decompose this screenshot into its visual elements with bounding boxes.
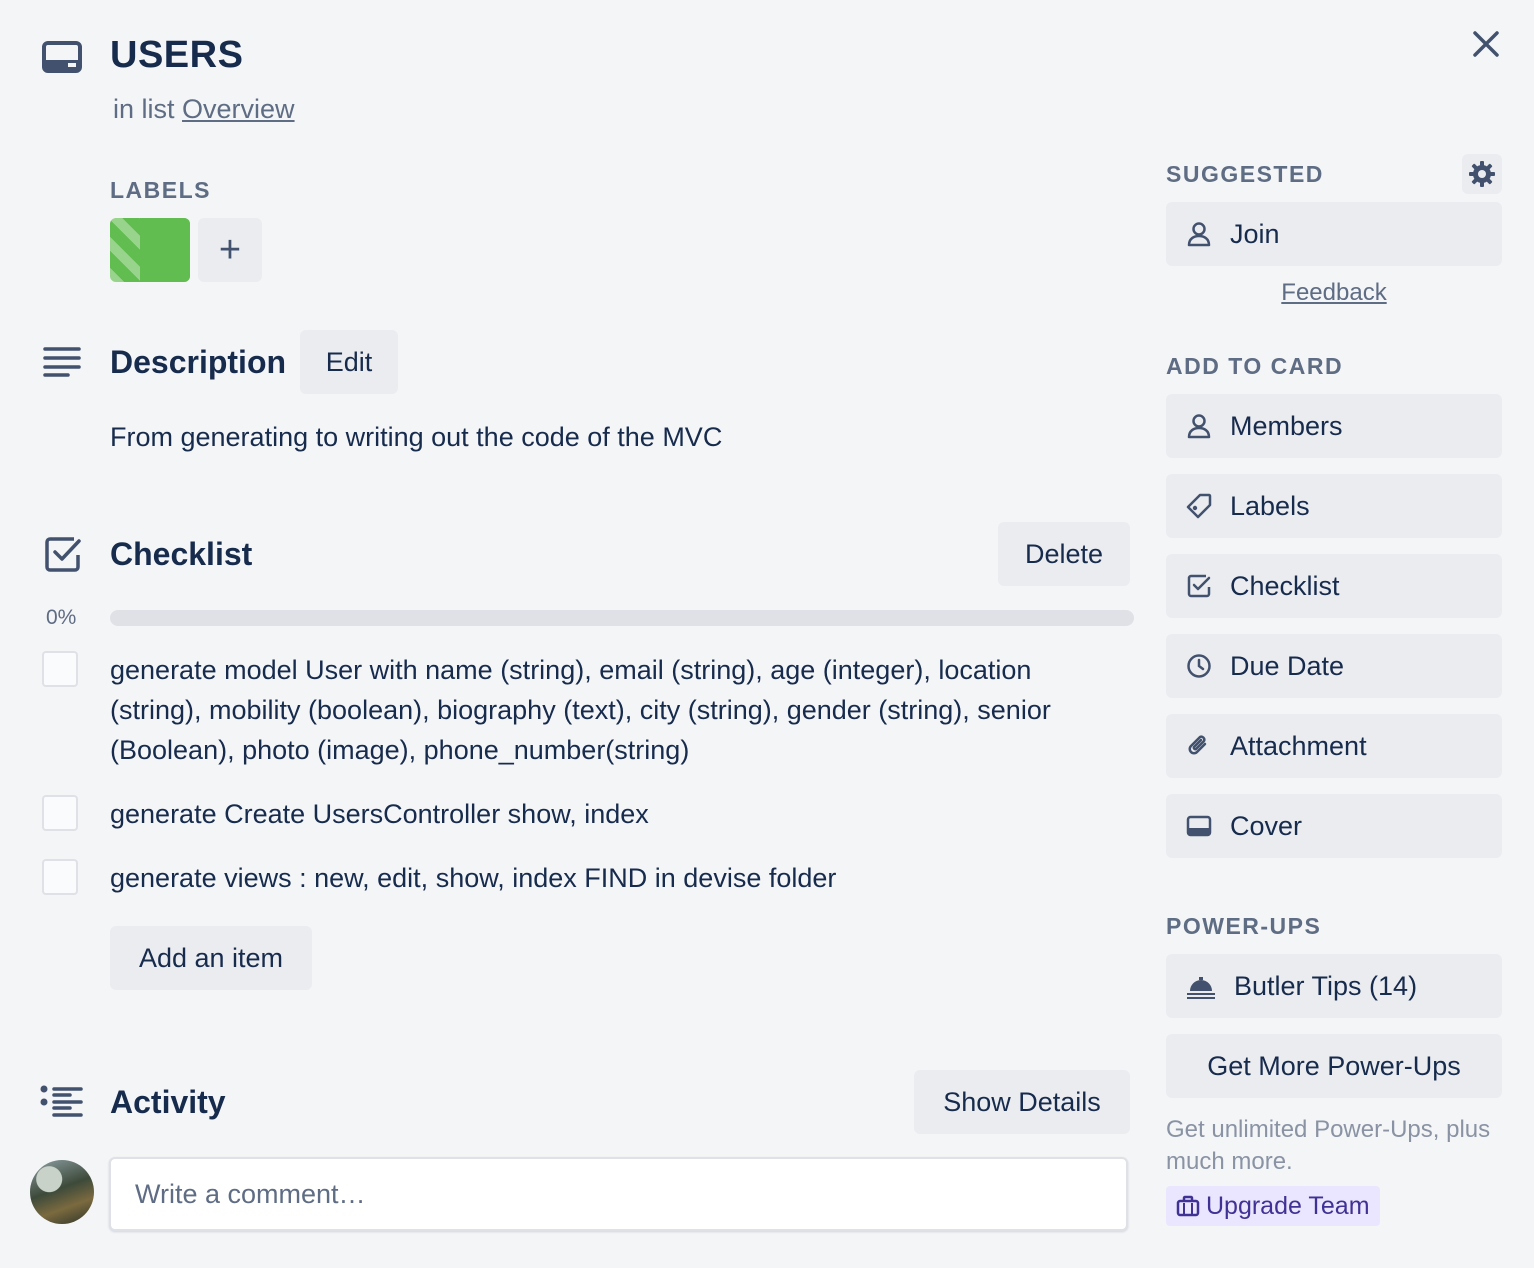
description-icon <box>42 346 82 378</box>
clock-icon <box>1186 653 1212 679</box>
avatar[interactable] <box>30 1160 94 1224</box>
card-icon <box>42 40 82 74</box>
checklist-delete-button[interactable]: Delete <box>998 522 1130 586</box>
butler-tips-label: Butler Tips (14) <box>1234 970 1418 1001</box>
checklist-icon <box>44 535 82 573</box>
show-details-button[interactable]: Show Details <box>914 1070 1130 1134</box>
join-button[interactable]: Join <box>1166 202 1502 266</box>
paperclip-icon <box>1186 733 1212 759</box>
checklist-item-text[interactable]: generate views : new, edit, show, index … <box>110 858 1070 898</box>
activity-title: Activity <box>110 1084 226 1120</box>
suggested-heading: SUGGESTED <box>1166 161 1324 187</box>
add-label-button[interactable]: + <box>198 218 262 282</box>
add-to-card-heading: ADD TO CARD <box>1166 353 1344 379</box>
labels-label: Labels <box>1230 490 1310 521</box>
checklist-button[interactable]: Checklist <box>1166 554 1502 618</box>
attachment-button[interactable]: Attachment <box>1166 714 1502 778</box>
comment-input[interactable] <box>109 1157 1128 1231</box>
join-label: Join <box>1230 218 1280 249</box>
cover-label: Cover <box>1230 810 1303 841</box>
checklist-progress-percent: 0% <box>46 606 77 629</box>
butler-tips-button[interactable]: Butler Tips (14) <box>1166 954 1502 1018</box>
labels-button[interactable]: Labels <box>1166 474 1502 538</box>
gear-icon[interactable] <box>1462 154 1502 194</box>
upgrade-team-label: Upgrade Team <box>1206 1191 1370 1220</box>
tag-icon <box>1186 493 1212 519</box>
description-title: Description <box>110 344 287 380</box>
list-breadcrumb: in list Overview <box>113 94 295 125</box>
label-chip-green[interactable] <box>110 218 190 282</box>
description-text[interactable]: From generating to writing out the code … <box>110 422 722 453</box>
close-icon[interactable] <box>1466 24 1506 64</box>
checklist-icon <box>1186 573 1212 599</box>
butler-bell-icon <box>1186 973 1216 999</box>
checklist-progress-bar <box>110 610 1134 626</box>
in-list-prefix: in list <box>113 94 175 124</box>
due-date-button[interactable]: Due Date <box>1166 634 1502 698</box>
members-button[interactable]: Members <box>1166 394 1502 458</box>
person-icon <box>1186 221 1212 247</box>
list-name-link[interactable]: Overview <box>182 94 295 124</box>
add-checklist-item-button[interactable]: Add an item <box>110 926 312 990</box>
checklist-item-checkbox[interactable] <box>42 859 78 895</box>
checklist-item-checkbox[interactable] <box>42 795 78 831</box>
card-title[interactable]: USERS <box>110 34 243 77</box>
due-date-label: Due Date <box>1230 650 1345 681</box>
upgrade-promo-text: Get unlimited Power-Ups, plus much more. <box>1166 1116 1491 1175</box>
power-ups-heading: POWER-UPS <box>1166 913 1322 939</box>
feedback-link[interactable]: Feedback <box>1166 279 1502 307</box>
person-icon <box>1186 413 1212 439</box>
attachment-label: Attachment <box>1230 730 1367 761</box>
cover-button[interactable]: Cover <box>1166 794 1502 858</box>
activity-icon <box>40 1085 84 1119</box>
get-more-power-ups-button[interactable]: Get More Power-Ups <box>1166 1034 1502 1098</box>
upgrade-team-button[interactable]: Upgrade Team <box>1166 1186 1380 1226</box>
checklist-item-checkbox[interactable] <box>42 651 78 687</box>
labels-heading: LABELS <box>110 177 211 203</box>
briefcase-icon <box>1176 1195 1200 1217</box>
checklist-item-text[interactable]: generate model User with name (string), … <box>110 650 1070 770</box>
checklist-item-text[interactable]: generate Create UsersController show, in… <box>110 794 1070 834</box>
checklist-title[interactable]: Checklist <box>110 536 252 573</box>
cover-icon <box>1186 813 1212 839</box>
members-label: Members <box>1230 410 1343 441</box>
checklist-label: Checklist <box>1230 570 1340 601</box>
description-edit-button[interactable]: Edit <box>300 330 398 394</box>
